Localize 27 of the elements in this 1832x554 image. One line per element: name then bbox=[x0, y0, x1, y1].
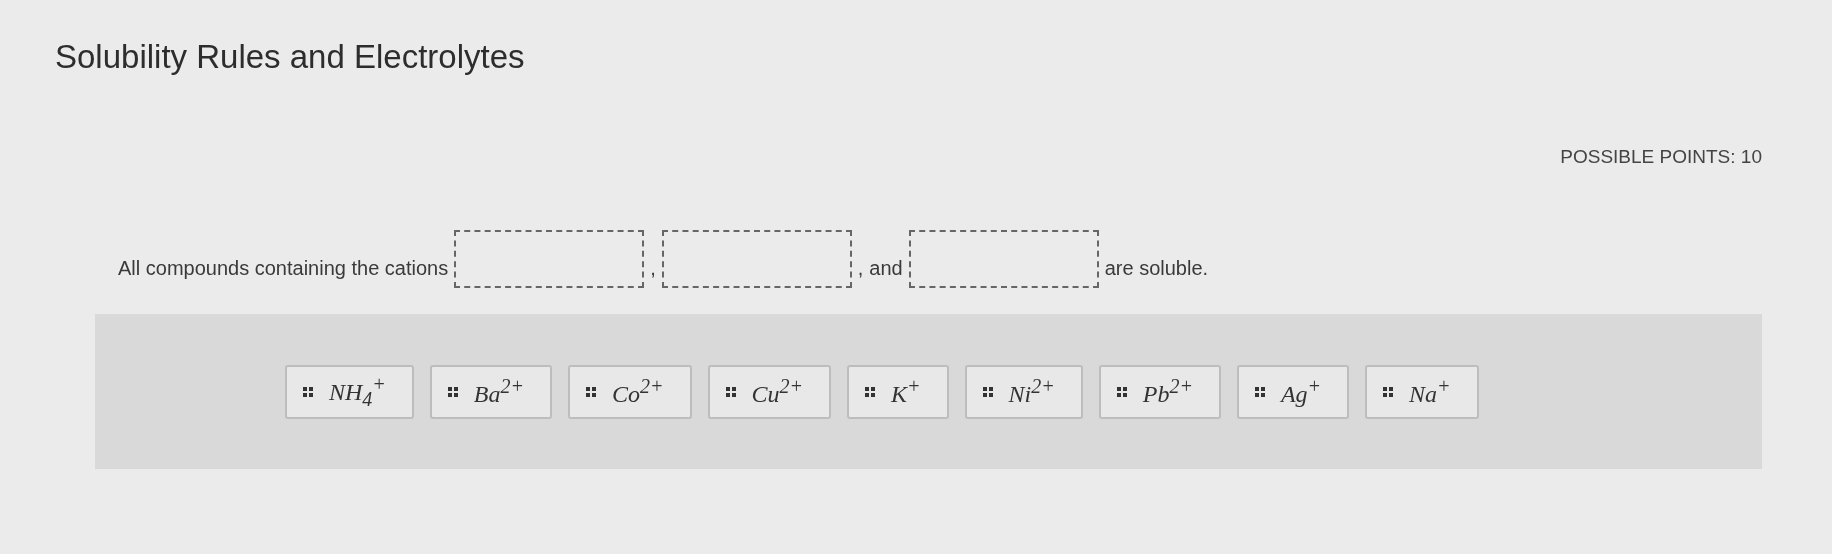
drag-handle-icon bbox=[1383, 386, 1394, 397]
sentence-text: and bbox=[869, 256, 903, 280]
draggable-answer[interactable]: Pb$^{2+}$ bbox=[1098, 364, 1221, 419]
draggable-answer[interactable]: Ag$^{+}$ bbox=[1236, 364, 1350, 419]
drag-handle-icon bbox=[725, 386, 736, 397]
draggable-answer[interactable]: Co$^{2+}$ bbox=[568, 364, 692, 419]
draggable-answer[interactable]: Cu$^{2+}$ bbox=[707, 364, 832, 419]
draggable-answer[interactable]: Ba$^{2+}$ bbox=[429, 364, 552, 419]
draggable-answer[interactable]: Ni$^{2+}$ bbox=[964, 364, 1083, 419]
draggable-answer[interactable]: K$^{+}$ bbox=[847, 364, 949, 419]
drag-handle-icon bbox=[1116, 386, 1127, 397]
sentence-text: , bbox=[650, 256, 656, 280]
draggable-answer[interactable]: Na$^{+}$ bbox=[1365, 364, 1479, 419]
sentence-text: are soluble. bbox=[1104, 256, 1209, 280]
drop-zone[interactable] bbox=[454, 230, 645, 288]
drag-handle-icon bbox=[1254, 386, 1265, 397]
drag-handle-icon bbox=[982, 386, 993, 397]
sentence-text: All compounds containing the cations bbox=[118, 256, 449, 280]
drag-handle-icon bbox=[447, 386, 458, 397]
possible-points: POSSIBLE POINTS: 10 bbox=[1560, 146, 1762, 168]
drag-handle-icon bbox=[865, 386, 876, 397]
drag-handle-icon bbox=[303, 386, 313, 397]
sentence-text: , bbox=[857, 256, 864, 280]
drag-handle-icon bbox=[586, 386, 596, 397]
drop-zone[interactable] bbox=[661, 230, 852, 288]
question-title: Solubility Rules and Electrolytes bbox=[55, 38, 526, 76]
drop-zone[interactable] bbox=[908, 230, 1099, 288]
